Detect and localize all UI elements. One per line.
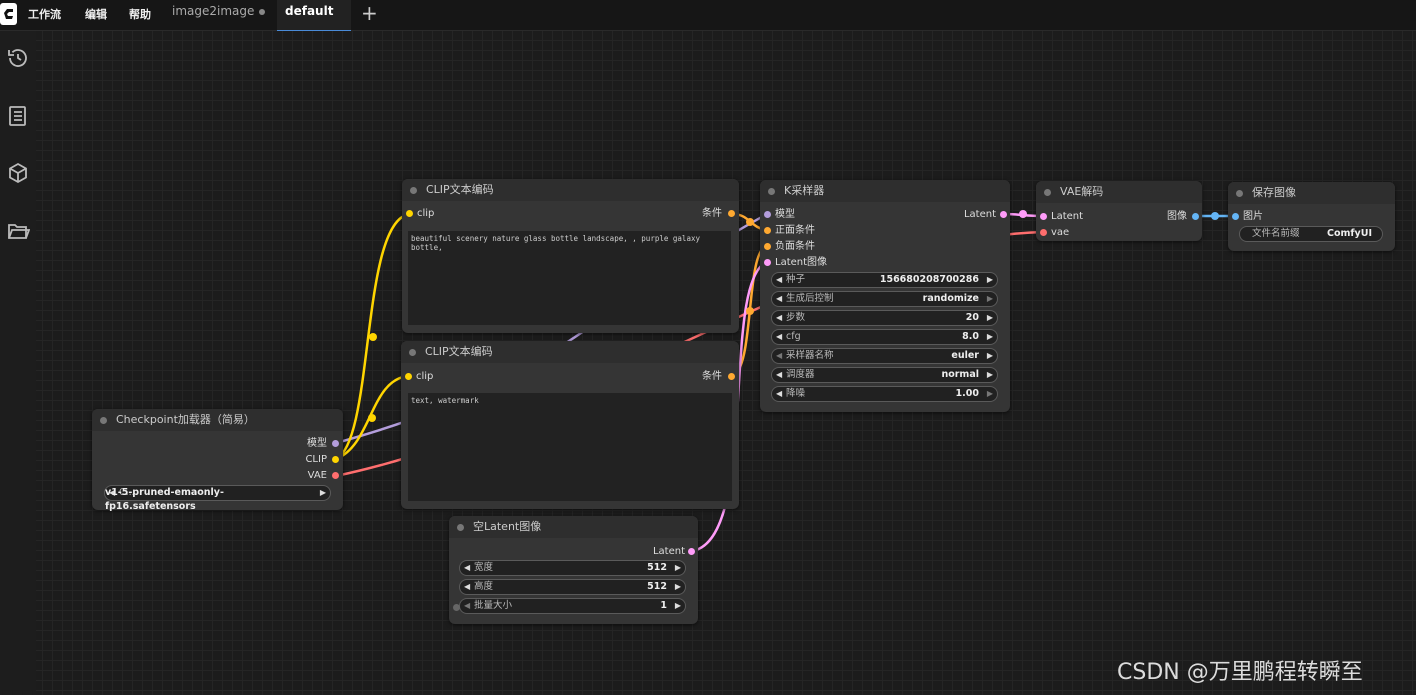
unsaved-dot-icon — [259, 9, 265, 15]
node-title: K采样器 — [760, 180, 1010, 202]
output-conditioning-label: 条件 — [702, 208, 722, 219]
tab-label: default — [285, 4, 334, 18]
input-negative-slot[interactable] — [764, 243, 771, 250]
output-image-label: 图像 — [1167, 211, 1187, 222]
cube-icon[interactable] — [6, 161, 30, 185]
input-positive-label: 正面条件 — [775, 225, 815, 236]
menu-workflow[interactable]: 工作流 — [28, 6, 61, 22]
output-vae-label: VAE — [307, 470, 327, 481]
height-widget[interactable]: ◀ 高度 512 ▶ — [459, 579, 686, 595]
menu-edit[interactable]: 编辑 — [85, 6, 107, 22]
tab-label: image2image — [172, 4, 255, 18]
input-model-label: 模型 — [775, 209, 795, 220]
node-title: Checkpoint加载器（简易） — [92, 409, 343, 431]
input-latent-slot[interactable] — [764, 259, 771, 266]
node-empty-latent-image[interactable]: 空Latent图像 Latent ◀ 宽度 512 ▶ ◀ 高度 512 ▶ ◀ 批量大小 1 ▶ — [449, 516, 698, 624]
menu-help[interactable]: 帮助 — [129, 6, 151, 22]
output-model-slot[interactable] — [332, 440, 339, 447]
increment-arrow-icon[interactable]: ▶ — [320, 486, 326, 500]
node-vae-decode[interactable]: VAE解码 Latent vae 图像 — [1036, 181, 1202, 241]
input-images-slot[interactable] — [1232, 213, 1239, 220]
scheduler-widget[interactable]: ◀ 调度器 normal ▶ — [771, 367, 998, 383]
output-latent-label: Latent — [652, 546, 685, 557]
output-latent-slot[interactable] — [1000, 211, 1007, 218]
folder-icon[interactable] — [6, 219, 31, 243]
input-model-slot[interactable] — [764, 211, 771, 218]
node-title: 空Latent图像 — [449, 516, 698, 538]
top-bar: 工作流 编辑 帮助 image2image default + — [0, 0, 1416, 31]
node-ksampler[interactable]: K采样器 模型 正面条件 负面条件 Latent图像 Latent ◀ 种子 156… — [760, 180, 1010, 412]
input-positive-slot[interactable] — [764, 227, 771, 234]
ckpt-name-combo[interactable]: ◀ C... v1-5-pruned-emaonly-fp16.safetens… — [104, 485, 331, 512]
output-latent-slot[interactable] — [688, 548, 695, 555]
batch-size-widget[interactable]: ◀ 批量大小 1 ▶ — [459, 598, 686, 614]
history-icon[interactable] — [6, 46, 30, 70]
width-widget[interactable]: ◀ 宽度 512 ▶ — [459, 560, 686, 576]
node-title: VAE解码 — [1036, 181, 1202, 203]
input-vae-slot[interactable] — [1040, 229, 1047, 236]
tab-image2image[interactable]: image2image — [163, 0, 273, 30]
output-clip-slot[interactable] — [332, 456, 339, 463]
node-clip-text-encode-negative[interactable]: CLIP文本编码 clip 条件 text, watermark — [401, 341, 739, 509]
output-image-slot[interactable] — [1192, 213, 1199, 220]
node-title: 保存图像 — [1228, 182, 1395, 204]
input-latent-slot[interactable] — [1040, 213, 1047, 220]
sidebar — [0, 31, 36, 695]
output-clip-label: CLIP — [305, 454, 327, 465]
output-conditioning-slot[interactable] — [728, 210, 735, 217]
node-title: CLIP文本编码 — [402, 179, 739, 201]
node-title: CLIP文本编码 — [401, 341, 739, 363]
prompt-textarea[interactable]: beautiful scenery nature glass bottle la… — [408, 231, 731, 325]
input-negative-label: 负面条件 — [775, 241, 815, 252]
control-after-generate-widget[interactable]: ◀ 生成后控制 randomize ▶ — [771, 291, 998, 307]
node-checkpoint-loader[interactable]: Checkpoint加载器（简易） 模型 CLIP VAE ◀ C... v1-… — [92, 409, 343, 512]
input-vae-label: vae — [1051, 227, 1070, 238]
output-model-label: 模型 — [307, 438, 327, 449]
input-latent-label: Latent图像 — [775, 257, 828, 268]
input-clip-label: clip — [416, 371, 434, 382]
csdn-watermark: CSDN @万里鹏程转瞬至 — [1117, 660, 1363, 685]
input-clip-label: clip — [417, 208, 435, 219]
output-conditioning-slot[interactable] — [728, 373, 735, 380]
input-images-label: 图片 — [1243, 211, 1263, 222]
output-conditioning-label: 条件 — [702, 371, 722, 382]
node-save-image[interactable]: 保存图像 图片 文件名前缀 ComfyUI — [1228, 182, 1395, 251]
input-latent-label: Latent — [1051, 211, 1084, 222]
output-latent-label: Latent — [963, 209, 996, 220]
filename-prefix-widget[interactable]: 文件名前缀 ComfyUI — [1239, 226, 1383, 242]
cfg-widget[interactable]: ◀ cfg 8.0 ▶ — [771, 329, 998, 345]
denoise-widget[interactable]: ◀ 降噪 1.00 ▶ — [771, 386, 998, 402]
comfyui-logo-icon[interactable] — [0, 3, 17, 25]
sampler-name-widget[interactable]: ◀ 采样器名称 euler ▶ — [771, 348, 998, 364]
seed-widget[interactable]: ◀ 种子 156680208700286 ▶ — [771, 272, 998, 288]
input-clip-slot[interactable] — [406, 210, 413, 217]
output-vae-slot[interactable] — [332, 472, 339, 479]
add-tab-button[interactable]: + — [361, 1, 378, 25]
tab-default[interactable]: default — [277, 0, 351, 31]
steps-widget[interactable]: ◀ 步数 20 ▶ — [771, 310, 998, 326]
batch-size-input-slot[interactable] — [453, 604, 460, 611]
book-icon[interactable] — [6, 104, 30, 128]
prompt-textarea[interactable]: text, watermark — [408, 393, 732, 501]
input-clip-slot[interactable] — [405, 373, 412, 380]
node-clip-text-encode-positive[interactable]: CLIP文本编码 clip 条件 beautiful scenery natur… — [402, 179, 739, 333]
